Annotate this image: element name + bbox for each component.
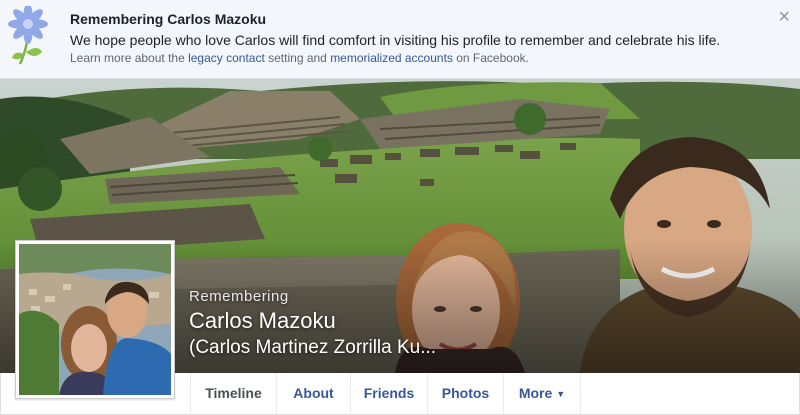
profile-picture[interactable] bbox=[15, 240, 175, 399]
learn-prefix: Learn more about the bbox=[70, 51, 189, 65]
banner-learn-more: Learn more about the legacy contact sett… bbox=[70, 51, 529, 65]
tab-photos[interactable]: Photos bbox=[427, 373, 503, 414]
alternate-name: (Carlos Martinez Zorrilla Ku... bbox=[189, 337, 437, 358]
memorial-flower-icon bbox=[8, 6, 48, 65]
tab-more[interactable]: More ▼ bbox=[503, 373, 581, 414]
banner-title: Remembering Carlos Mazoku bbox=[70, 11, 267, 27]
learn-middle: setting and bbox=[264, 51, 331, 65]
learn-suffix: on Facebook. bbox=[452, 51, 529, 65]
remembering-label: Remembering bbox=[189, 288, 289, 305]
tab-more-label: More bbox=[518, 385, 553, 401]
profile-name[interactable]: Carlos Mazoku bbox=[189, 308, 336, 334]
tab-about[interactable]: About bbox=[276, 373, 350, 414]
memorial-banner: Remembering Carlos Mazoku We hope people… bbox=[0, 0, 800, 79]
close-icon[interactable]: × bbox=[778, 7, 790, 27]
banner-message: We hope people who love Carlos will find… bbox=[70, 32, 721, 48]
tab-timeline[interactable]: Timeline bbox=[190, 373, 276, 414]
chevron-down-icon: ▼ bbox=[556, 389, 566, 399]
legacy-contact-link[interactable]: legacy contact bbox=[188, 51, 265, 65]
tab-friends[interactable]: Friends bbox=[350, 373, 427, 414]
memorialized-accounts-link[interactable]: memorialized accounts bbox=[330, 51, 453, 65]
